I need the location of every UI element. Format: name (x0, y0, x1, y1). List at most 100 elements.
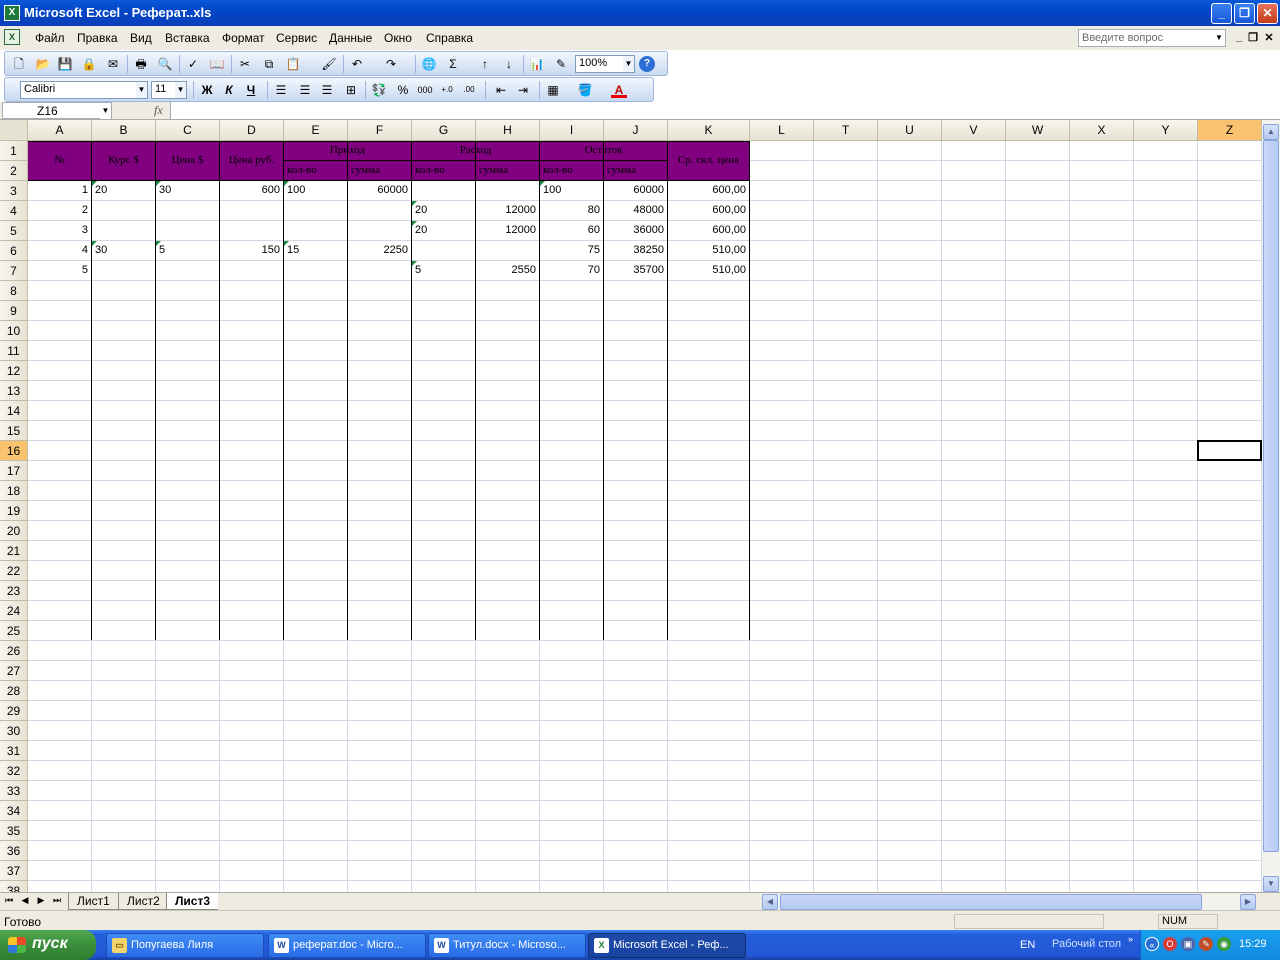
table-cell[interactable] (412, 181, 475, 200)
excel-app-icon[interactable]: X (4, 5, 20, 21)
row-header-10[interactable]: 10 (0, 321, 28, 341)
table-cell[interactable] (156, 201, 219, 220)
doc-minimize-button[interactable]: _ (1232, 31, 1246, 43)
row-header-17[interactable]: 17 (0, 461, 28, 481)
prev-sheet-icon[interactable]: ◀ (18, 895, 32, 906)
column-header-F[interactable]: F (348, 120, 412, 141)
column-header-U[interactable]: U (878, 120, 942, 141)
function-icon[interactable]: fx (154, 103, 163, 118)
table-cell[interactable] (476, 241, 539, 260)
sort-descending-icon[interactable]: ↓ (501, 56, 517, 72)
row-header-38[interactable]: 38 (0, 881, 28, 892)
menu-tools[interactable]: Сервис (276, 31, 317, 45)
menu-help[interactable]: Справка (426, 31, 473, 45)
redo-icon[interactable]: ↷ (383, 56, 399, 72)
table-cell[interactable]: 20 (92, 181, 155, 200)
table-cell[interactable] (92, 201, 155, 220)
scroll-down-icon[interactable]: ▼ (1263, 876, 1279, 892)
table-cell[interactable] (348, 221, 411, 240)
menu-file[interactable]: Файл (35, 31, 65, 45)
permission-icon[interactable]: 🔒 (81, 56, 97, 72)
table-cell[interactable] (284, 261, 347, 280)
table-cell[interactable]: 2250 (348, 241, 411, 260)
table-cell[interactable]: 36000 (604, 221, 667, 240)
table-cell[interactable]: 30 (156, 181, 219, 200)
row-header-31[interactable]: 31 (0, 741, 28, 761)
table-cell[interactable]: 600,00 (668, 221, 749, 240)
column-header-G[interactable]: G (412, 120, 476, 141)
column-header-W[interactable]: W (1006, 120, 1070, 141)
row-header-23[interactable]: 23 (0, 581, 28, 601)
table-cell[interactable] (220, 261, 283, 280)
row-header-4[interactable]: 4 (0, 201, 28, 221)
menu-edit[interactable]: Правка (77, 31, 118, 45)
column-header-Z[interactable]: Z (1198, 120, 1262, 141)
row-header-16[interactable]: 16 (0, 441, 28, 461)
table-cell[interactable]: 2550 (476, 261, 539, 280)
antivirus-icon[interactable]: ◉ (1217, 937, 1231, 951)
column-header-L[interactable]: L (750, 120, 814, 141)
print-preview-icon[interactable]: 🔍 (157, 56, 173, 72)
help-question-input[interactable]: Введите вопрос ▼ (1078, 29, 1226, 47)
column-header-B[interactable]: B (92, 120, 156, 141)
chevron-down-icon[interactable]: ▼ (1213, 30, 1225, 46)
workbook-icon[interactable]: X (4, 29, 20, 45)
currency-icon[interactable]: 💱 (371, 82, 387, 98)
row-header-14[interactable]: 14 (0, 401, 28, 421)
doc-close-button[interactable]: ✕ (1262, 31, 1276, 44)
network-icon[interactable]: ▣ (1181, 937, 1195, 951)
paste-icon[interactable]: 📋 (285, 56, 301, 72)
table-cell[interactable]: 600 (220, 181, 283, 200)
table-cell[interactable] (284, 221, 347, 240)
print-icon[interactable]: 🖶 (133, 56, 149, 72)
table-cell[interactable]: 510,00 (668, 241, 749, 260)
row-header-32[interactable]: 32 (0, 761, 28, 781)
table-cell[interactable]: 600,00 (668, 201, 749, 220)
vertical-scrollbar[interactable]: ▲ ▼ (1262, 120, 1280, 892)
align-left-icon[interactable]: ☰ (273, 82, 289, 98)
column-header-J[interactable]: J (604, 120, 668, 141)
column-header-A[interactable]: A (28, 120, 92, 141)
restore-button[interactable]: ❐ (1234, 3, 1255, 24)
doc-restore-button[interactable]: ❐ (1246, 31, 1260, 44)
sheet-tab-3[interactable]: Лист3 (166, 893, 219, 910)
zoom-select[interactable]: 100% ▼ (575, 55, 635, 73)
table-cell[interactable]: 30 (92, 241, 155, 260)
table-cell[interactable]: 5 (156, 241, 219, 260)
row-header-34[interactable]: 34 (0, 801, 28, 821)
sort-ascending-icon[interactable]: ↑ (477, 56, 493, 72)
selected-cell[interactable] (1197, 440, 1262, 461)
table-cell[interactable]: 1 (28, 181, 91, 200)
header-kurs[interactable]: Курс $ (92, 141, 155, 180)
header-sum[interactable]: сумма (476, 161, 539, 180)
hyperlink-icon[interactable]: 🌐 (421, 56, 437, 72)
chevron-down-icon[interactable]: ▼ (136, 82, 147, 98)
column-header-D[interactable]: D (220, 120, 284, 141)
table-cell[interactable]: 12000 (476, 221, 539, 240)
tray-expand-icon[interactable]: « (1145, 937, 1159, 951)
language-indicator[interactable]: EN (1020, 939, 1035, 951)
row-header-37[interactable]: 37 (0, 861, 28, 881)
opera-icon[interactable]: O (1163, 937, 1177, 951)
increase-decimal-icon[interactable]: +.0 (439, 82, 455, 98)
hardware-icon[interactable]: ✎ (1199, 937, 1213, 951)
chevron-up-icon[interactable]: » (1128, 934, 1133, 944)
table-cell[interactable]: 12000 (476, 201, 539, 220)
column-header-K[interactable]: K (668, 120, 750, 141)
table-cell[interactable] (348, 261, 411, 280)
row-header-8[interactable]: 8 (0, 281, 28, 301)
comma-style-icon[interactable]: 000 (417, 82, 433, 98)
table-cell[interactable]: 100 (284, 181, 347, 200)
bold-button[interactable]: Ж (199, 82, 215, 98)
row-header-22[interactable]: 22 (0, 561, 28, 581)
align-right-icon[interactable]: ☰ (319, 82, 335, 98)
column-header-H[interactable]: H (476, 120, 540, 141)
table-cell[interactable]: 2 (28, 201, 91, 220)
header-qty[interactable]: кол-во (540, 161, 603, 180)
scroll-right-icon[interactable]: ▶ (1240, 894, 1256, 910)
open-folder-icon[interactable]: 📂 (35, 56, 51, 72)
first-sheet-icon[interactable]: ⏮ (2, 895, 16, 906)
menu-view[interactable]: Вид (130, 31, 152, 45)
column-header-C[interactable]: C (156, 120, 220, 141)
table-cell[interactable]: 70 (540, 261, 603, 280)
